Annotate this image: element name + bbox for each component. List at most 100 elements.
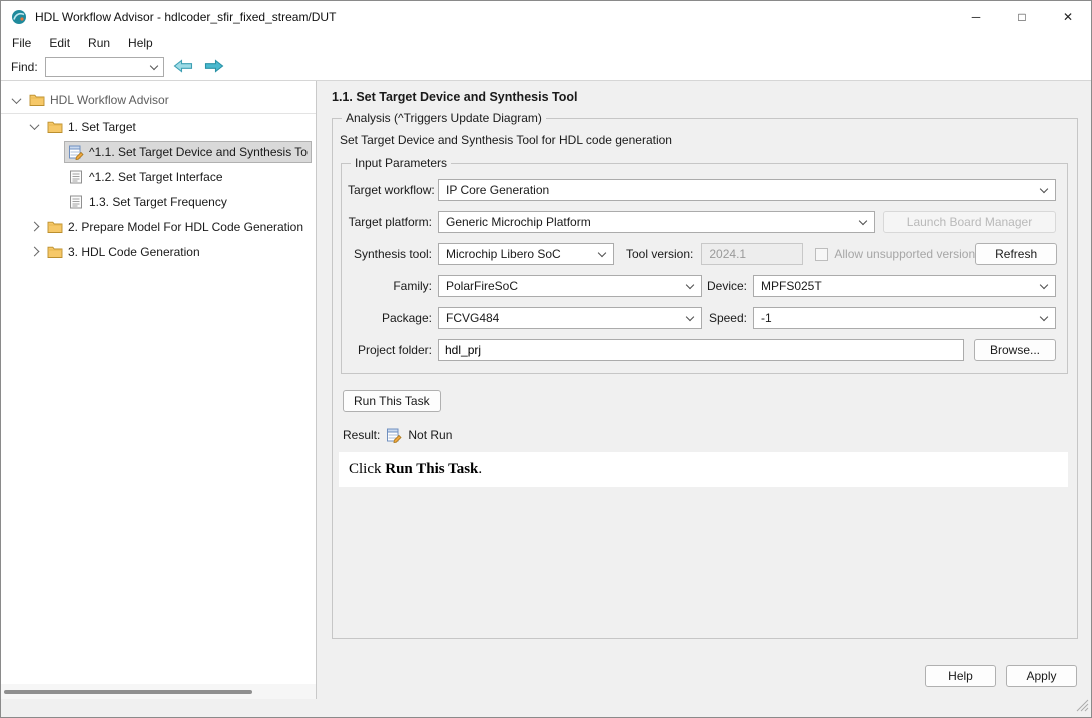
tree-item-hdl-code-generation[interactable]: 3. HDL Code Generation <box>1 239 316 264</box>
window-controls: ─ □ ✕ <box>953 1 1091 32</box>
document-list-icon <box>68 169 84 185</box>
target-workflow-label: Target workflow: <box>348 183 432 197</box>
folder-icon <box>47 219 63 235</box>
chevron-down-icon <box>149 61 157 69</box>
page-title: 1.1. Set Target Device and Synthesis Too… <box>332 90 1078 104</box>
family-device-row: Family: PolarFireSoC Device: MPFS025T <box>348 275 1056 297</box>
menu-edit[interactable]: Edit <box>40 33 79 53</box>
target-workflow-select[interactable]: IP Core Generation <box>438 179 1056 201</box>
chevron-down-icon <box>1040 280 1048 288</box>
tree-item-label: 2. Prepare Model For HDL Code Generation <box>68 220 303 234</box>
synthesis-tool-label: Synthesis tool: <box>348 247 432 261</box>
menu-help[interactable]: Help <box>119 33 162 53</box>
folder-icon <box>47 119 63 135</box>
project-folder-label: Project folder: <box>348 343 432 357</box>
tree-item-label: 1. Set Target <box>68 120 136 134</box>
synthesis-tool-row: Synthesis tool: Microchip Libero SoC Too… <box>348 243 1056 265</box>
project-folder-row: Project folder: Browse... <box>348 339 1056 361</box>
find-label: Find: <box>11 60 38 74</box>
device-select[interactable]: MPFS025T <box>753 275 1056 297</box>
tree-item-prepare-model[interactable]: 2. Prepare Model For HDL Code Generation <box>1 214 316 239</box>
app-icon <box>11 9 27 25</box>
tree-item-label: ^1.1. Set Target Device and Synthesis To… <box>89 145 308 159</box>
titlebar: HDL Workflow Advisor - hdlcoder_sfir_fix… <box>1 1 1091 32</box>
task-description: Set Target Device and Synthesis Tool for… <box>340 133 1068 147</box>
help-button[interactable]: Help <box>925 665 996 687</box>
tree-item-set-target-frequency[interactable]: 1.3. Set Target Frequency <box>1 189 316 214</box>
find-input[interactable] <box>45 57 164 77</box>
minimize-icon[interactable]: ─ <box>953 1 999 32</box>
chevron-down-icon <box>859 216 867 224</box>
find-toolbar: Find: <box>1 54 1091 81</box>
scrollbar-thumb[interactable] <box>4 690 252 694</box>
target-workflow-row: Target workflow: IP Core Generation <box>348 179 1056 201</box>
target-platform-label: Target platform: <box>348 215 432 229</box>
window-title: HDL Workflow Advisor - hdlcoder_sfir_fix… <box>35 10 336 24</box>
chevron-down-icon <box>686 280 694 288</box>
chevron-down-icon <box>598 248 606 256</box>
tree-item-label: 1.3. Set Target Frequency <box>89 195 227 209</box>
task-status-icon <box>386 427 402 443</box>
launch-board-manager-button: Launch Board Manager <box>883 211 1056 233</box>
footer-buttons: Help Apply <box>332 665 1078 687</box>
package-speed-row: Package: FCVG484 Speed: -1 <box>348 307 1056 329</box>
target-platform-row: Target platform: Generic Microchip Platf… <box>348 211 1056 233</box>
chevron-down-icon <box>1040 312 1048 320</box>
allow-unsupported-version-label: Allow unsupported version <box>834 247 975 261</box>
tool-version-field: 2024.1 <box>701 243 803 265</box>
result-status: Not Run <box>408 428 452 442</box>
tree-item-set-target-device-and-synthesis-tool[interactable]: ^1.1. Set Target Device and Synthesis To… <box>1 139 316 164</box>
result-label: Result: <box>343 428 380 442</box>
window-bottom-strip <box>1 699 1091 717</box>
family-label: Family: <box>348 279 432 293</box>
refresh-button[interactable]: Refresh <box>975 243 1057 265</box>
package-label: Package: <box>348 311 432 325</box>
result-message-area: Click Run This Task. <box>339 452 1068 487</box>
synthesis-tool-select[interactable]: Microchip Libero SoC <box>438 243 614 265</box>
expander-icon[interactable] <box>7 97 25 104</box>
device-label: Device: <box>702 279 747 293</box>
workflow-tree: HDL Workflow Advisor 1. Set Target <box>1 81 316 684</box>
package-select[interactable]: FCVG484 <box>438 307 702 329</box>
tree-item-set-target[interactable]: 1. Set Target <box>1 114 316 139</box>
folder-icon <box>29 92 45 108</box>
speed-label: Speed: <box>702 311 747 325</box>
input-parameters-group: Input Parameters Target workflow: IP Cor… <box>341 156 1068 374</box>
expander-icon[interactable] <box>25 248 43 255</box>
family-select[interactable]: PolarFireSoC <box>438 275 702 297</box>
document-list-icon <box>68 194 84 210</box>
target-platform-select[interactable]: Generic Microchip Platform <box>438 211 875 233</box>
analysis-group-legend: Analysis (^Triggers Update Diagram) <box>342 111 546 125</box>
tree-item-label: ^1.2. Set Target Interface <box>89 170 223 184</box>
run-this-task-button[interactable]: Run This Task <box>343 390 441 412</box>
input-parameters-legend: Input Parameters <box>351 156 451 170</box>
expander-icon[interactable] <box>25 223 43 230</box>
tool-version-label: Tool version: <box>626 247 693 261</box>
tree-item-label: HDL Workflow Advisor <box>50 93 169 107</box>
close-icon[interactable]: ✕ <box>1045 1 1091 32</box>
speed-select[interactable]: -1 <box>753 307 1056 329</box>
project-folder-input[interactable] <box>438 339 964 361</box>
folder-icon <box>47 244 63 260</box>
apply-button[interactable]: Apply <box>1006 665 1077 687</box>
menu-file[interactable]: File <box>3 33 40 53</box>
analysis-group: Analysis (^Triggers Update Diagram) Set … <box>332 111 1078 639</box>
main-area: HDL Workflow Advisor 1. Set Target <box>1 81 1091 699</box>
task-pane: 1.1. Set Target Device and Synthesis Too… <box>317 81 1091 699</box>
find-next-button[interactable] <box>202 58 226 76</box>
resize-grip[interactable] <box>1076 699 1089 715</box>
browse-button[interactable]: Browse... <box>974 339 1056 361</box>
arrow-right-icon <box>204 59 224 76</box>
tree-item-set-target-interface[interactable]: ^1.2. Set Target Interface <box>1 164 316 189</box>
allow-unsupported-version-checkbox <box>815 248 828 261</box>
tree-item-hdl-workflow-advisor[interactable]: HDL Workflow Advisor <box>1 87 316 114</box>
expander-icon[interactable] <box>25 123 43 130</box>
tree-item-label: 3. HDL Code Generation <box>68 245 200 259</box>
tree-horizontal-scrollbar[interactable] <box>1 684 316 699</box>
arrow-left-icon <box>173 59 193 76</box>
menubar: File Edit Run Help <box>1 32 1091 54</box>
find-previous-button[interactable] <box>171 58 195 76</box>
menu-run[interactable]: Run <box>79 33 119 53</box>
maximize-icon[interactable]: □ <box>999 1 1045 32</box>
hdl-workflow-advisor-window: HDL Workflow Advisor - hdlcoder_sfir_fix… <box>0 0 1092 718</box>
